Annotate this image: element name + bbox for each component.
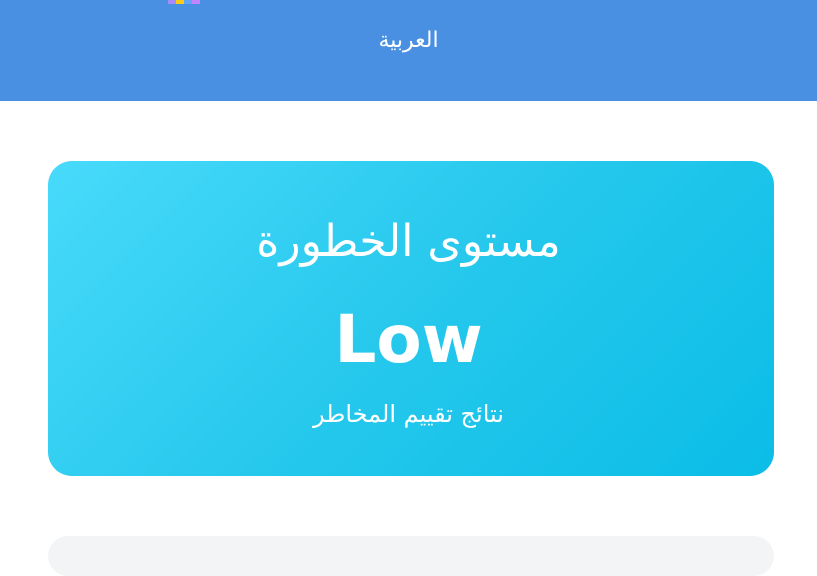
next-section-card bbox=[48, 536, 774, 576]
risk-assessment-subtitle: نتائج تقييم المخاطر bbox=[313, 400, 504, 428]
colorful-logo-icon bbox=[168, 0, 200, 4]
risk-level-title: مستوى الخطورة bbox=[256, 216, 561, 267]
risk-level-value: Low bbox=[334, 301, 483, 378]
top-header: العربية bbox=[0, 0, 817, 101]
language-switch-link[interactable]: العربية bbox=[0, 24, 817, 58]
